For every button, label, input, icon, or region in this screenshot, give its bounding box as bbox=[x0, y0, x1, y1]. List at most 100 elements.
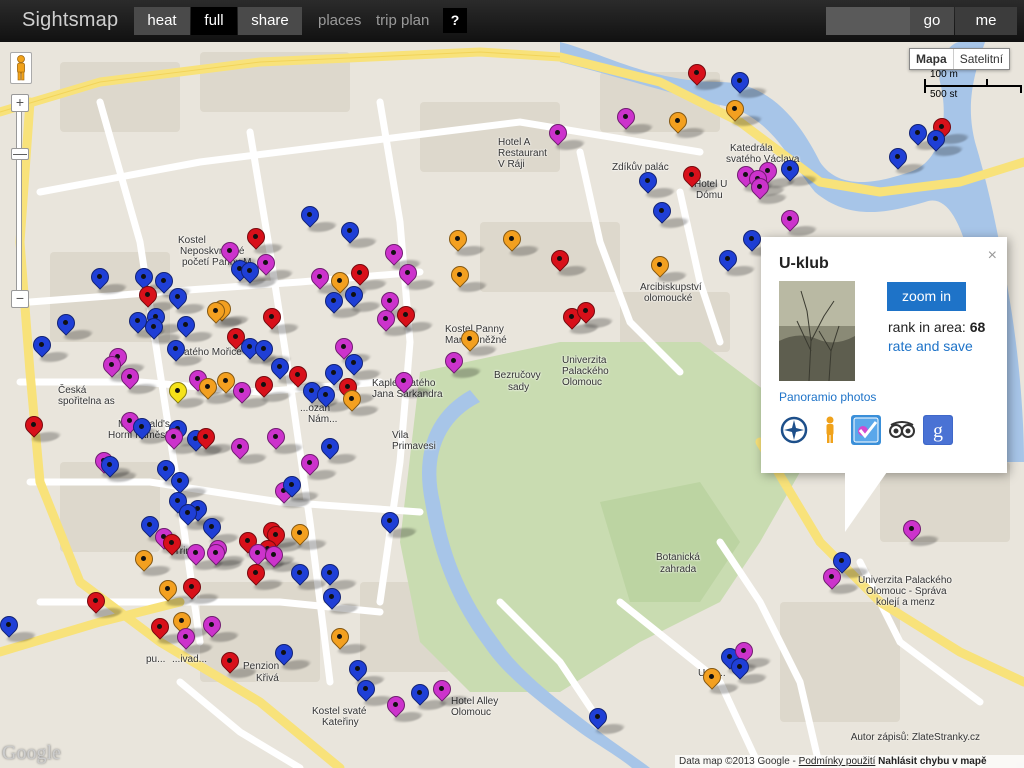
sight-marker[interactable] bbox=[447, 262, 490, 294]
sight-marker[interactable] bbox=[193, 424, 236, 456]
sight-marker[interactable] bbox=[739, 226, 782, 258]
sight-marker[interactable] bbox=[319, 584, 362, 616]
sight-marker[interactable] bbox=[429, 676, 472, 708]
me-button[interactable]: me bbox=[955, 7, 1017, 35]
sight-marker[interactable] bbox=[229, 378, 272, 410]
sight-marker[interactable] bbox=[635, 168, 678, 200]
sight-marker[interactable] bbox=[53, 310, 96, 342]
sight-marker[interactable] bbox=[373, 306, 416, 338]
sight-marker[interactable] bbox=[131, 546, 174, 578]
sight-marker[interactable] bbox=[395, 260, 438, 292]
sight-marker[interactable] bbox=[203, 540, 246, 572]
sight-marker[interactable] bbox=[163, 336, 206, 368]
sight-marker[interactable] bbox=[457, 326, 500, 358]
sight-marker[interactable] bbox=[317, 434, 360, 466]
sight-marker[interactable] bbox=[0, 612, 39, 644]
sight-marker[interactable] bbox=[267, 354, 310, 386]
sight-marker[interactable] bbox=[613, 104, 656, 136]
sight-marker[interactable] bbox=[499, 226, 542, 258]
sight-marker[interactable] bbox=[253, 250, 296, 282]
sight-marker[interactable] bbox=[227, 434, 270, 466]
sight-marker[interactable] bbox=[21, 412, 64, 444]
search-input[interactable] bbox=[826, 7, 910, 35]
sight-marker[interactable] bbox=[573, 298, 616, 330]
sight-marker[interactable] bbox=[29, 332, 72, 364]
zoom-in-info-button[interactable]: zoom in bbox=[887, 282, 966, 311]
zoom-in-button[interactable]: + bbox=[11, 94, 29, 112]
heat-button[interactable]: heat bbox=[134, 7, 190, 35]
sight-marker[interactable] bbox=[179, 574, 222, 606]
sight-marker[interactable] bbox=[271, 640, 314, 672]
sight-marker[interactable] bbox=[165, 378, 208, 410]
sight-marker[interactable] bbox=[337, 218, 380, 250]
sight-marker[interactable] bbox=[129, 414, 172, 446]
sight-marker[interactable] bbox=[905, 120, 948, 152]
sight-marker[interactable] bbox=[155, 576, 198, 608]
zoom-slider-track[interactable] bbox=[16, 108, 22, 298]
sight-marker[interactable] bbox=[407, 680, 450, 712]
report-error-link[interactable]: Nahlásit chybu v mapě bbox=[878, 756, 986, 767]
sight-marker[interactable] bbox=[161, 424, 204, 456]
close-icon[interactable]: × bbox=[988, 247, 997, 265]
sight-marker[interactable] bbox=[297, 450, 340, 482]
google-logo[interactable]: Google bbox=[2, 742, 61, 765]
sight-marker[interactable] bbox=[243, 560, 286, 592]
zoom-slider-handle[interactable]: — bbox=[11, 146, 29, 160]
panoramio-link[interactable]: Panoramio photos bbox=[779, 390, 876, 404]
sight-marker[interactable] bbox=[297, 202, 340, 234]
sight-marker[interactable] bbox=[175, 500, 218, 532]
sight-marker[interactable] bbox=[83, 588, 126, 620]
sight-marker[interactable] bbox=[217, 648, 260, 680]
sight-marker[interactable] bbox=[313, 382, 356, 414]
sight-marker[interactable] bbox=[585, 704, 628, 736]
sight-marker[interactable] bbox=[263, 424, 306, 456]
sight-marker[interactable] bbox=[183, 540, 226, 572]
zoom-out-button[interactable]: − bbox=[11, 290, 29, 308]
app-logo[interactable]: Sightsmap bbox=[22, 9, 118, 32]
sight-marker[interactable] bbox=[777, 206, 820, 238]
sight-marker[interactable] bbox=[287, 520, 330, 552]
sight-marker[interactable] bbox=[261, 542, 304, 574]
help-button[interactable]: ? bbox=[443, 8, 467, 33]
sight-marker[interactable] bbox=[722, 96, 765, 128]
sight-marker[interactable] bbox=[445, 226, 488, 258]
map-type-map[interactable]: Mapa bbox=[910, 49, 954, 69]
sight-marker[interactable] bbox=[159, 530, 202, 562]
sight-marker[interactable] bbox=[341, 282, 384, 314]
sight-marker[interactable] bbox=[195, 374, 238, 406]
sight-marker[interactable] bbox=[777, 156, 820, 188]
sight-marker[interactable] bbox=[259, 304, 302, 336]
sight-marker[interactable] bbox=[647, 252, 690, 284]
sight-marker[interactable] bbox=[441, 348, 484, 380]
foursquare-check-icon[interactable] bbox=[851, 415, 881, 445]
sight-marker[interactable] bbox=[147, 614, 190, 646]
sight-marker[interactable] bbox=[353, 676, 396, 708]
sight-marker[interactable] bbox=[117, 364, 160, 396]
sight-marker[interactable] bbox=[279, 472, 322, 504]
sight-marker[interactable] bbox=[547, 246, 590, 278]
share-button[interactable]: share bbox=[238, 7, 302, 35]
sight-marker[interactable] bbox=[699, 664, 742, 696]
sight-marker[interactable] bbox=[383, 692, 426, 724]
sight-marker[interactable] bbox=[173, 624, 216, 656]
full-button[interactable]: full bbox=[191, 7, 237, 35]
sight-marker[interactable] bbox=[819, 564, 862, 596]
sight-marker[interactable] bbox=[97, 452, 140, 484]
pegman-link-icon[interactable] bbox=[815, 415, 845, 445]
sight-marker[interactable] bbox=[287, 560, 330, 592]
sight-marker[interactable] bbox=[243, 224, 286, 256]
trip-plan-link[interactable]: trip plan bbox=[376, 7, 429, 35]
sight-marker[interactable] bbox=[747, 174, 790, 206]
tripadvisor-owl-icon[interactable] bbox=[887, 415, 917, 445]
place-photo[interactable] bbox=[779, 281, 855, 381]
sight-marker[interactable] bbox=[715, 246, 758, 278]
sight-marker[interactable] bbox=[885, 144, 928, 176]
sight-marker[interactable] bbox=[684, 60, 727, 92]
sight-marker[interactable] bbox=[99, 352, 142, 384]
terms-link[interactable]: Podmínky použití bbox=[799, 756, 876, 767]
sight-marker[interactable] bbox=[899, 516, 942, 548]
sight-marker[interactable] bbox=[923, 126, 966, 158]
sight-marker[interactable] bbox=[377, 508, 420, 540]
places-link[interactable]: places bbox=[318, 7, 361, 35]
sight-marker[interactable] bbox=[727, 68, 770, 100]
